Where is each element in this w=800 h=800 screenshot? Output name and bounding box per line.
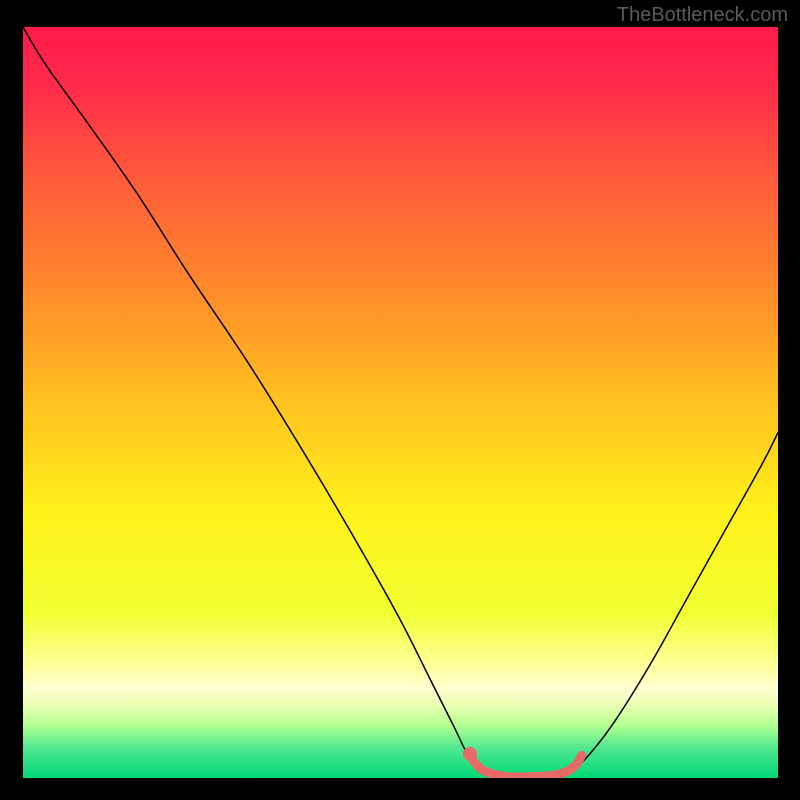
highlight-dot-left	[463, 747, 477, 761]
chart-container: TheBottleneck.com	[0, 0, 800, 800]
watermark-text: TheBottleneck.com	[617, 4, 788, 27]
chart-svg	[23, 27, 778, 778]
chart-plot-area	[23, 27, 778, 778]
